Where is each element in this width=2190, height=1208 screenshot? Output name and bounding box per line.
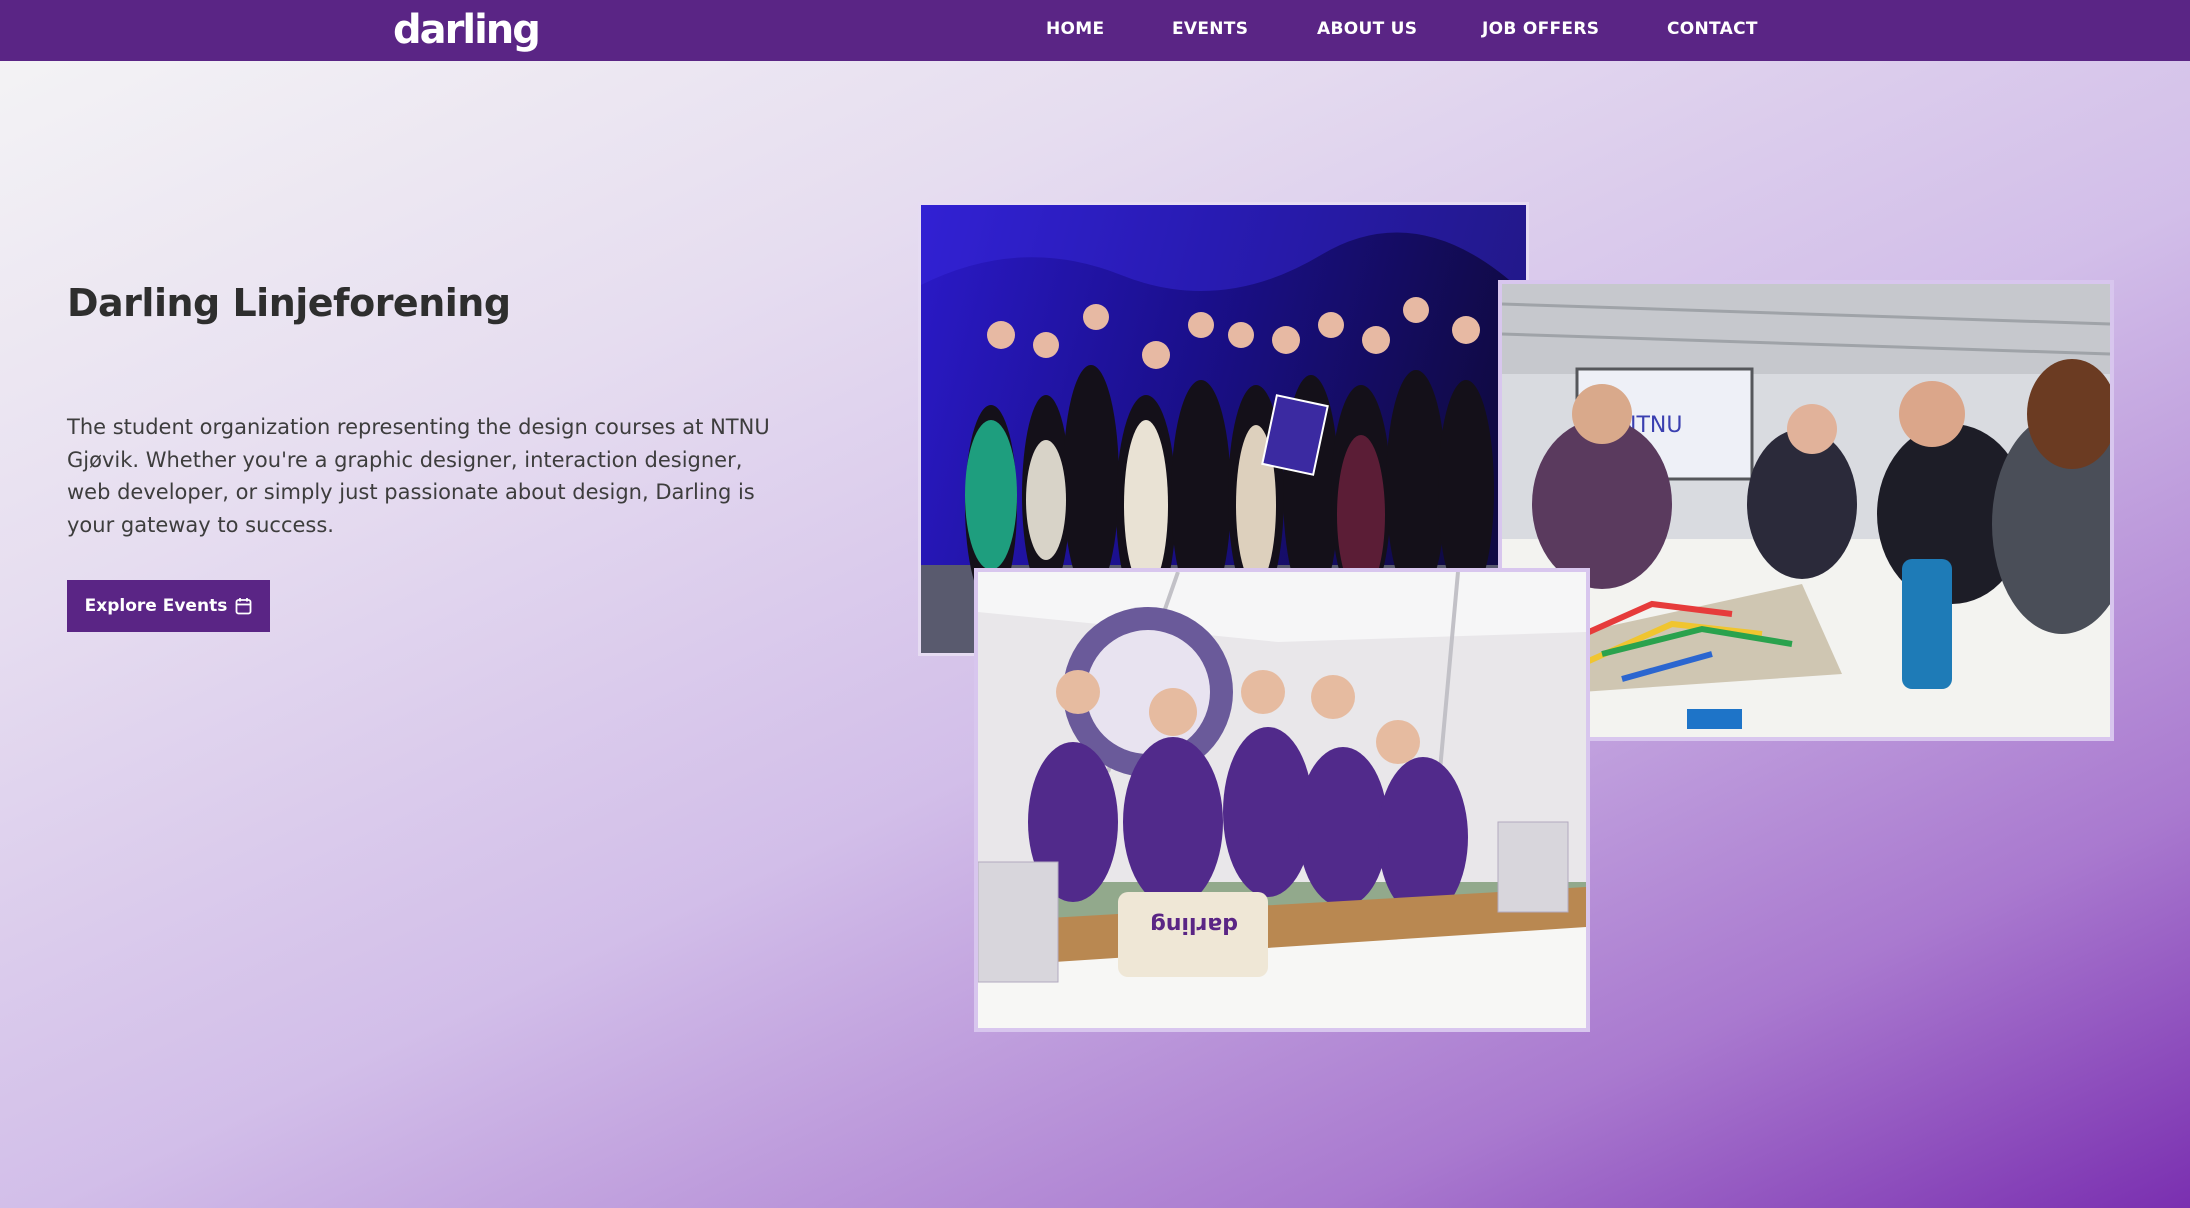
top-navbar: darling HOME EVENTS ABOUT US JOB OFFERS … xyxy=(0,0,2190,61)
darling-logo[interactable]: darling xyxy=(393,5,541,55)
board-game-photo: NTNU xyxy=(1498,280,2114,741)
student-stand-photo: darling xyxy=(974,568,1590,1032)
calendar-icon xyxy=(235,597,252,615)
nav-job-offers[interactable]: JOB OFFERS xyxy=(1482,19,1599,39)
explore-events-label: Explore Events xyxy=(84,596,228,616)
page-title: Darling Linjeforening xyxy=(67,281,511,325)
nav-contact[interactable]: CONTACT xyxy=(1667,19,1758,39)
tote-bag-logo-text: darling xyxy=(1150,912,1238,937)
nav-home[interactable]: HOME xyxy=(1046,19,1104,39)
hero-description: The student organization representing th… xyxy=(67,415,770,537)
explore-events-button[interactable]: Explore Events xyxy=(67,580,270,632)
nav-about-us[interactable]: ABOUT US xyxy=(1317,19,1417,39)
nav-events[interactable]: EVENTS xyxy=(1172,19,1248,39)
logo-text: darling xyxy=(393,7,541,53)
